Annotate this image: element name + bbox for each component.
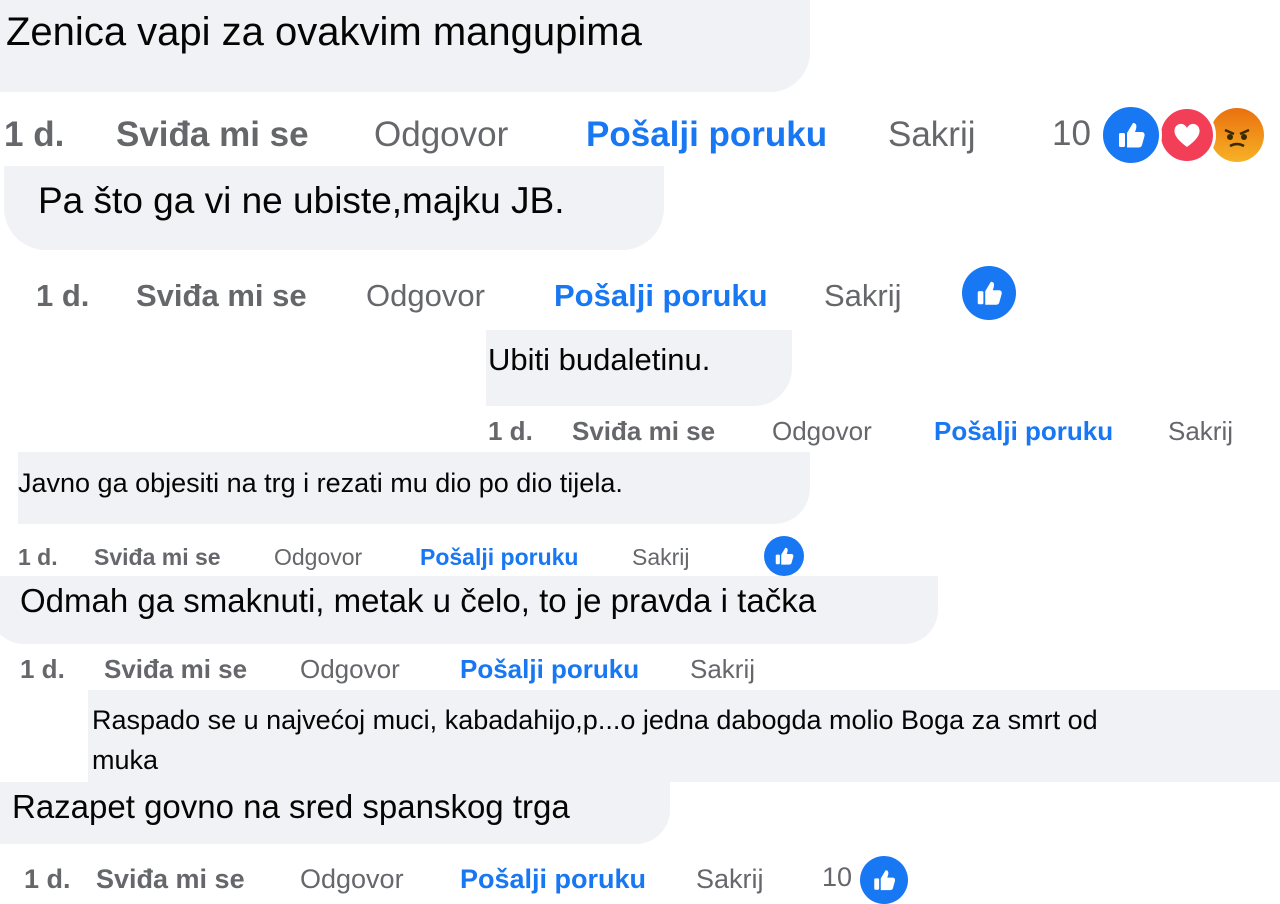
comment-text: Razapet govno na sred spanskog trga — [12, 788, 570, 825]
hide-button[interactable]: Sakrij — [690, 654, 755, 685]
like-button[interactable]: Sviđa mi se — [94, 544, 274, 571]
comment-bubble: Razapet govno na sred spanskog trga — [0, 782, 670, 844]
comment-actions: 1 d. Sviđa mi se Odgovor Pošalji poruku … — [24, 862, 764, 896]
timestamp-link[interactable]: 1 d. — [488, 416, 572, 447]
like-icon — [962, 266, 1016, 320]
send-message-button[interactable]: Pošalji poruku — [420, 544, 632, 571]
send-message-button[interactable]: Pošalji poruku — [460, 654, 690, 685]
comment-actions: 1 d. Sviđa mi se Odgovor Pošalji poruku … — [36, 276, 902, 316]
hide-button[interactable]: Sakrij — [1168, 416, 1233, 447]
love-icon — [1158, 106, 1216, 164]
timestamp-link[interactable]: 1 d. — [24, 864, 96, 895]
comment-text: Javno ga objesiti na trg i rezati mu dio… — [18, 468, 623, 498]
reply-button[interactable]: Odgovor — [300, 654, 460, 685]
comment-bubble: Zenica vapi za ovakvim mangupima — [0, 0, 810, 92]
like-button[interactable]: Sviđa mi se — [116, 115, 374, 155]
comment-actions: 1 d. Sviđa mi se Odgovor Pošalji poruku … — [18, 542, 690, 572]
reaction-count[interactable]: 10 — [1052, 114, 1091, 154]
send-message-button[interactable]: Pošalji poruku — [460, 864, 696, 895]
hide-button[interactable]: Sakrij — [696, 864, 764, 895]
angry-icon — [1210, 108, 1264, 162]
comment-actions: 1 d. Sviđa mi se Odgovor Pošalji poruku … — [4, 114, 976, 156]
comment-text: Pa što ga vi ne ubiste,majku JB. — [38, 180, 565, 221]
like-button[interactable]: Sviđa mi se — [572, 416, 772, 447]
reply-button[interactable]: Odgovor — [274, 544, 420, 571]
comment-text: Odmah ga smaknuti, metak u čelo, to je p… — [20, 582, 817, 619]
timestamp-link[interactable]: 1 d. — [20, 654, 104, 685]
timestamp-link[interactable]: 1 d. — [36, 278, 136, 314]
like-button[interactable]: Sviđa mi se — [136, 278, 366, 314]
comment-text-line-2: muka — [92, 745, 159, 775]
hide-button[interactable]: Sakrij — [824, 278, 902, 314]
comment-text: Zenica vapi za ovakvim mangupima — [6, 10, 642, 54]
hide-button[interactable]: Sakrij — [632, 544, 690, 571]
timestamp-link[interactable]: 1 d. — [4, 115, 116, 155]
comment-bubble: Raspado se u najvećoj muci, kabadahijo,p… — [88, 690, 1280, 782]
comment-bubble: Pa što ga vi ne ubiste,majku JB. — [4, 166, 664, 250]
hide-button[interactable]: Sakrij — [888, 115, 976, 155]
send-message-button[interactable]: Pošalji poruku — [934, 416, 1168, 447]
like-icon — [860, 856, 908, 904]
reply-button[interactable]: Odgovor — [374, 115, 586, 155]
reply-button[interactable]: Odgovor — [300, 864, 460, 895]
comment-bubble: Javno ga objesiti na trg i rezati mu dio… — [18, 452, 810, 524]
reaction-count[interactable]: 10 — [822, 862, 852, 893]
send-message-button[interactable]: Pošalji poruku — [554, 278, 824, 314]
comment-text-line-1: Raspado se u najvećoj muci, kabadahijo,p… — [92, 705, 1098, 735]
like-button[interactable]: Sviđa mi se — [104, 654, 300, 685]
send-message-button[interactable]: Pošalji poruku — [586, 115, 888, 155]
comment-actions: 1 d. Sviđa mi se Odgovor Pošalji poruku … — [488, 414, 1233, 448]
comment-text: Ubiti budaletinu. — [488, 342, 711, 377]
reply-button[interactable]: Odgovor — [772, 416, 934, 447]
like-icon — [764, 536, 804, 576]
timestamp-link[interactable]: 1 d. — [18, 544, 94, 571]
like-button[interactable]: Sviđa mi se — [96, 864, 300, 895]
like-icon — [1100, 104, 1162, 166]
reply-button[interactable]: Odgovor — [366, 278, 554, 314]
comment-actions: 1 d. Sviđa mi se Odgovor Pošalji poruku … — [20, 652, 755, 686]
comment-bubble: Odmah ga smaknuti, metak u čelo, to je p… — [0, 576, 938, 644]
comment-bubble: Ubiti budaletinu. — [486, 330, 792, 406]
